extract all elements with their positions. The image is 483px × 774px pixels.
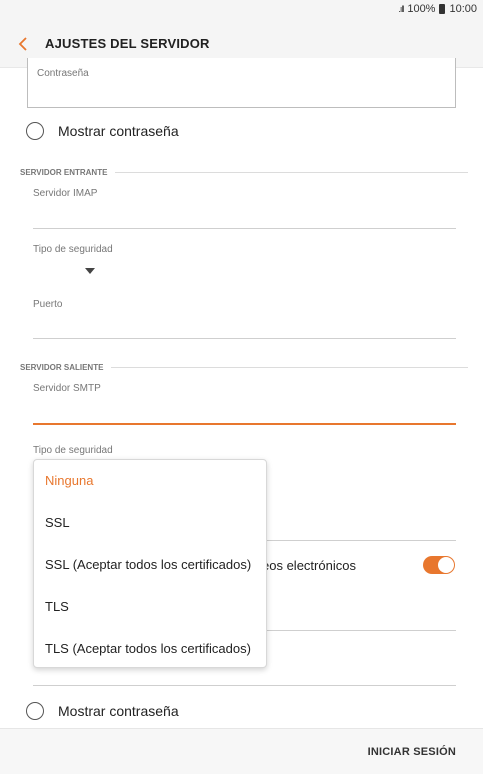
status-indicators: .ıll 100% 10:00: [398, 3, 477, 15]
divider: [33, 685, 456, 686]
password-field[interactable]: Contraseña: [27, 58, 456, 108]
port-input[interactable]: [33, 338, 456, 339]
dropdown-option-tls[interactable]: TLS: [45, 599, 69, 614]
chevron-left-icon: [18, 37, 27, 51]
dropdown-option-ssl[interactable]: SSL: [45, 515, 70, 530]
clock: 10:00: [449, 3, 477, 15]
sign-in-button[interactable]: INICIAR SESIÓN: [368, 746, 456, 758]
imap-server-input[interactable]: [33, 228, 456, 229]
toggle-switch[interactable]: [423, 556, 455, 574]
incoming-section-title: SERVIDOR ENTRANTE: [20, 167, 108, 177]
password-label: Contraseña: [37, 68, 89, 79]
dropdown-arrow-icon[interactable]: [85, 268, 95, 274]
toggle-row-label: eos electrónicos: [262, 558, 356, 573]
radio-icon[interactable]: [26, 702, 44, 720]
outgoing-server-header: SERVIDOR SALIENTE: [20, 361, 468, 373]
show-password-option-outgoing[interactable]: Mostrar contraseña: [26, 702, 179, 720]
bottom-bar: INICIAR SESIÓN: [0, 728, 483, 774]
signal-icon: .ıll: [398, 4, 404, 14]
section-divider: [115, 171, 468, 173]
show-password-label: Mostrar contraseña: [58, 703, 179, 719]
dropdown-option-tls-all-certs[interactable]: TLS (Aceptar todos los certificados): [45, 641, 251, 656]
smtp-server-label: Servidor SMTP: [33, 383, 101, 394]
status-bar: .ıll 100% 10:00: [0, 0, 483, 20]
incoming-security-label: Tipo de seguridad: [33, 244, 113, 255]
section-divider: [111, 366, 468, 368]
battery-icon: [439, 4, 446, 14]
radio-icon[interactable]: [26, 122, 44, 140]
toggle-knob: [438, 557, 454, 573]
battery-percent: 100%: [407, 3, 436, 15]
smtp-server-input[interactable]: [33, 423, 456, 425]
page-title: AJUSTES DEL SERVIDOR: [45, 36, 210, 51]
security-type-dropdown: Ninguna SSL SSL (Aceptar todos los certi…: [33, 459, 267, 668]
back-button[interactable]: [12, 32, 36, 56]
dropdown-option-ssl-all-certs[interactable]: SSL (Aceptar todos los certificados): [45, 557, 251, 572]
show-password-option[interactable]: Mostrar contraseña: [26, 122, 179, 140]
port-label: Puerto: [33, 299, 63, 310]
imap-server-label: Servidor IMAP: [33, 188, 98, 199]
outgoing-section-title: SERVIDOR SALIENTE: [20, 362, 104, 372]
outgoing-security-label: Tipo de seguridad: [33, 445, 113, 456]
dropdown-option-ninguna[interactable]: Ninguna: [45, 473, 93, 488]
show-password-label: Mostrar contraseña: [58, 123, 179, 139]
incoming-server-header: SERVIDOR ENTRANTE: [20, 166, 468, 178]
